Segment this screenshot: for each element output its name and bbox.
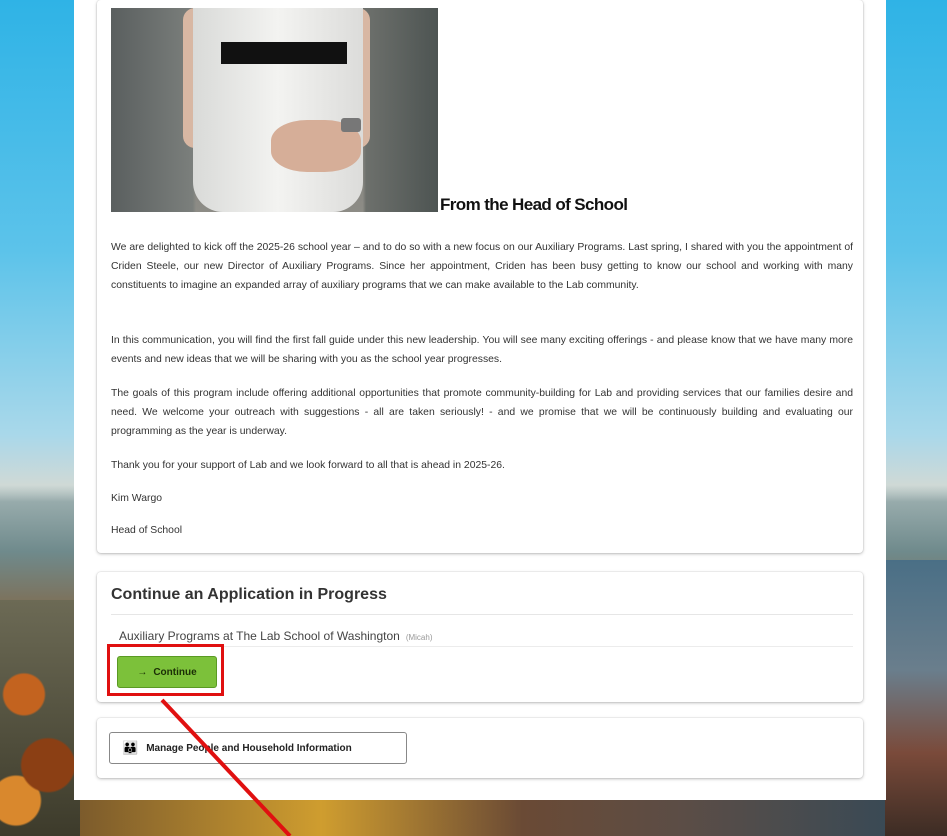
- continue-button-label: Continue: [153, 666, 197, 678]
- application-heading: Continue an Application in Progress: [111, 586, 387, 603]
- background-building: [885, 560, 947, 836]
- signature-name: Kim Wargo: [111, 493, 162, 504]
- background-trees: [0, 600, 80, 836]
- manage-card: 👪 Manage People and Household Informatio…: [97, 718, 863, 778]
- letter-paragraph-2: In this communication, you will find the…: [111, 335, 853, 365]
- arrow-right-icon: →: [137, 666, 148, 678]
- application-item-label: Auxiliary Programs at The Lab School of …: [119, 629, 400, 643]
- background-foliage: [80, 800, 885, 836]
- signature-title: Head of School: [111, 525, 183, 536]
- letter-paragraph-1: We are delighted to kick off the 2025-26…: [111, 242, 853, 291]
- people-icon: 👪: [122, 740, 139, 755]
- content-panel: From the Head of School We are delighted…: [74, 0, 886, 800]
- divider: [111, 614, 853, 615]
- letter-paragraph-4: Thank you for your support of Lab and we…: [111, 460, 505, 471]
- manage-people-button[interactable]: 👪 Manage People and Household Informatio…: [109, 732, 407, 764]
- head-of-school-letter-card: From the Head of School We are delighted…: [97, 0, 863, 553]
- head-of-school-photo: [111, 8, 438, 212]
- manage-people-label: Manage People and Household Information: [146, 742, 352, 754]
- application-in-progress-card: Continue an Application in Progress Auxi…: [97, 572, 863, 702]
- letter-paragraph-3: The goals of this program include offeri…: [111, 388, 853, 437]
- application-item-note: (Micah): [405, 633, 433, 642]
- letter-title: From the Head of School: [440, 195, 628, 214]
- continue-button[interactable]: → Continue: [117, 656, 217, 688]
